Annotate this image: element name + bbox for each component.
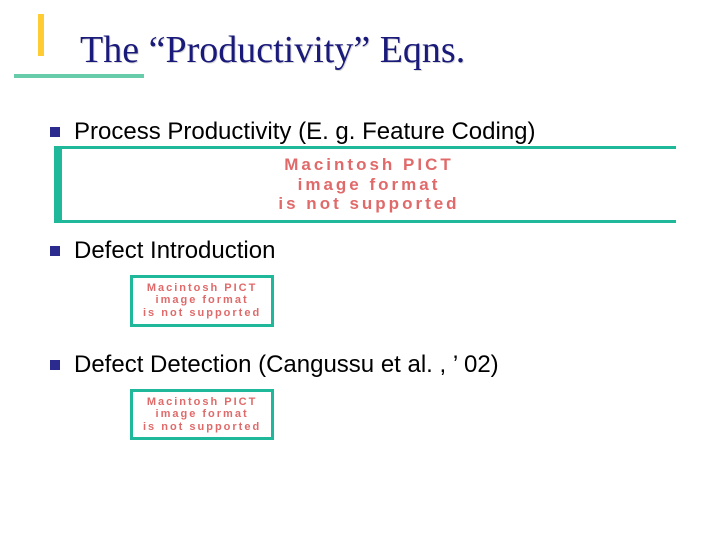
bullet-text: Process Productivity (E. g. Feature Codi… [74, 118, 536, 146]
bullet-item: Process Productivity (E. g. Feature Codi… [50, 118, 680, 146]
content-area: Process Productivity (E. g. Feature Codi… [0, 90, 720, 458]
pict-error-line: image format [143, 294, 261, 307]
bullet-icon [50, 360, 60, 370]
title-accent-vertical [38, 14, 44, 56]
pict-error-line: Macintosh PICT [143, 282, 261, 295]
pict-error-line: is not supported [143, 421, 261, 434]
bullet-item: Defect Detection (Cangussu et al. , ’ 02… [50, 351, 680, 379]
bullet-icon [50, 127, 60, 137]
pict-error-line: image format [72, 175, 666, 195]
title-area: The “Productivity” Eqns. [0, 0, 720, 90]
pict-error-line: is not supported [143, 307, 261, 320]
bullet-icon [50, 246, 60, 256]
pict-error-box: Macintosh PICT image format is not suppo… [54, 146, 676, 223]
pict-error-box: Macintosh PICT image format is not suppo… [130, 389, 274, 441]
bullet-item: Defect Introduction [50, 237, 680, 265]
slide-title: The “Productivity” Eqns. [80, 28, 720, 72]
bullet-text: Defect Introduction [74, 237, 275, 265]
title-accent-horizontal [14, 74, 144, 78]
pict-error-line: is not supported [72, 194, 666, 214]
pict-error-line: image format [143, 408, 261, 421]
pict-error-line: Macintosh PICT [72, 155, 666, 175]
pict-error-box: Macintosh PICT image format is not suppo… [130, 275, 274, 327]
bullet-text: Defect Detection (Cangussu et al. , ’ 02… [74, 351, 499, 379]
pict-error-line: Macintosh PICT [143, 396, 261, 409]
